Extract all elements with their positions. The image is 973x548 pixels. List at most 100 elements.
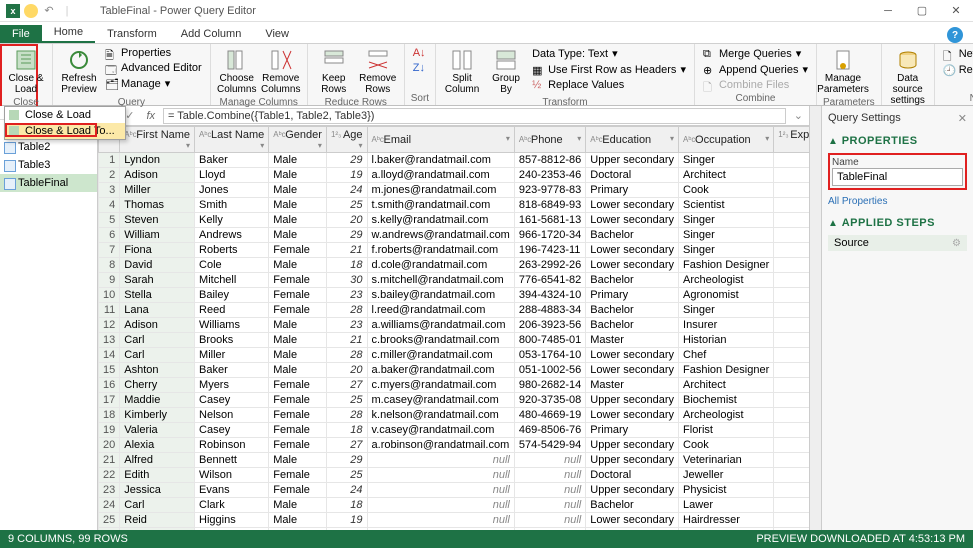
cell[interactable]: Evans xyxy=(195,528,269,531)
cell[interactable]: 6 xyxy=(774,198,809,213)
cell[interactable]: 263-2992-26 xyxy=(514,258,585,273)
cell[interactable]: Clark xyxy=(195,498,269,513)
cell[interactable]: Lawer xyxy=(679,498,774,513)
cell[interactable]: Architect xyxy=(679,168,774,183)
cell[interactable]: Steven xyxy=(120,213,195,228)
table-row[interactable]: 19ValeriaCaseyFemale18v.casey@randatmail… xyxy=(99,423,810,438)
table-row[interactable]: 12AdisonWilliamsMale23a.williams@randatm… xyxy=(99,318,810,333)
cell[interactable]: Jessica xyxy=(120,483,195,498)
table-row[interactable]: 17MaddieCaseyFemale25m.casey@randatmail.… xyxy=(99,393,810,408)
cell[interactable]: 23 xyxy=(99,483,120,498)
merge-queries-button[interactable]: ⧉Merge Queries ▾ xyxy=(701,46,810,61)
gear-icon[interactable]: ⚙ xyxy=(952,238,961,249)
cell[interactable]: 20 xyxy=(326,363,367,378)
cell[interactable]: Female xyxy=(269,528,327,531)
dropdown-item-close-load-to[interactable]: Close & Load To... xyxy=(5,123,125,139)
cell[interactable]: 0 xyxy=(774,243,809,258)
cell[interactable]: 18 xyxy=(326,498,367,513)
cell[interactable]: 24 xyxy=(99,498,120,513)
cell[interactable]: 6 xyxy=(774,318,809,333)
cell[interactable]: 14 xyxy=(99,348,120,363)
cell[interactable]: k.nelson@randatmail.com xyxy=(367,408,514,423)
cell[interactable]: 10 xyxy=(99,288,120,303)
cell[interactable]: 21 xyxy=(326,333,367,348)
advanced-editor-button[interactable]: 🗔Advanced Editor xyxy=(103,61,204,75)
data-source-settings-button[interactable]: Data source settings xyxy=(888,46,928,108)
cell[interactable]: 28 xyxy=(326,348,367,363)
cell[interactable]: Miller xyxy=(120,183,195,198)
cell[interactable]: Fashion Designer xyxy=(679,363,774,378)
group-by-button[interactable]: Group By xyxy=(486,46,526,97)
table-row[interactable]: 5StevenKellyMale20s.kelly@randatmail.com… xyxy=(99,213,810,228)
cell[interactable]: Hairdresser xyxy=(679,513,774,528)
cell[interactable]: 25 xyxy=(99,513,120,528)
cell[interactable]: 5 xyxy=(99,213,120,228)
cell[interactable]: null xyxy=(367,468,514,483)
cell[interactable]: Lloyd xyxy=(195,168,269,183)
cell[interactable]: Bachelor xyxy=(586,318,679,333)
cell[interactable]: Alfred xyxy=(120,453,195,468)
cell[interactable]: 240-2353-46 xyxy=(514,168,585,183)
cell[interactable]: null xyxy=(367,498,514,513)
cell[interactable]: 22 xyxy=(99,468,120,483)
vertical-scrollbar[interactable] xyxy=(809,106,821,530)
cell[interactable]: William xyxy=(120,228,195,243)
cell[interactable]: Upper secondary xyxy=(586,153,679,168)
column-header[interactable]: AᵇcPhone▾ xyxy=(514,127,585,153)
cell[interactable]: Sarah xyxy=(120,273,195,288)
cell[interactable]: Singer xyxy=(679,303,774,318)
cell[interactable]: Carl xyxy=(120,348,195,363)
cell[interactable]: Kimberly xyxy=(120,408,195,423)
column-header[interactable]: AᵇcLast Name▾ xyxy=(195,127,269,153)
cell[interactable]: 7 xyxy=(99,243,120,258)
table-row[interactable]: 23JessicaEvansFemale24nullnullUpper seco… xyxy=(99,483,810,498)
cell[interactable]: Archeologist xyxy=(679,273,774,288)
cell[interactable]: Ashton xyxy=(120,363,195,378)
cell[interactable]: Reed xyxy=(195,303,269,318)
cell[interactable]: 18 xyxy=(326,423,367,438)
cell[interactable]: Lower secondary xyxy=(586,213,679,228)
column-header[interactable]: 1²₃Age▾ xyxy=(326,127,367,153)
maximize-button[interactable]: ▢ xyxy=(905,0,939,22)
cell[interactable]: v.casey@randatmail.com xyxy=(367,423,514,438)
cell[interactable]: Female xyxy=(269,483,327,498)
cell[interactable]: Veterinarian xyxy=(679,453,774,468)
cell[interactable]: null xyxy=(514,483,585,498)
cell[interactable]: 966-1720-34 xyxy=(514,228,585,243)
cell[interactable]: Lower secondary xyxy=(586,243,679,258)
cell[interactable]: null xyxy=(367,513,514,528)
cell[interactable]: Fiona xyxy=(120,243,195,258)
tab-view[interactable]: View xyxy=(253,25,301,43)
cell[interactable]: 800-7485-01 xyxy=(514,333,585,348)
table-row[interactable]: 8DavidColeMale18d.cole@randatmail.com263… xyxy=(99,258,810,273)
cell[interactable]: 10 xyxy=(774,333,809,348)
cell[interactable]: Miller xyxy=(195,348,269,363)
query-item-table3[interactable]: Table3 xyxy=(0,156,97,174)
cell[interactable]: 6 xyxy=(774,303,809,318)
cell[interactable]: Lower secondary xyxy=(586,258,679,273)
cell[interactable]: 17 xyxy=(99,393,120,408)
cell[interactable]: Male xyxy=(269,258,327,273)
table-row[interactable]: 16CherryMyersFemale27c.myers@randatmail.… xyxy=(99,378,810,393)
cell[interactable]: Doctoral xyxy=(586,468,679,483)
cell[interactable]: Lower secondary xyxy=(586,363,679,378)
table-row[interactable]: 25ReidHigginsMale19nullnullLower seconda… xyxy=(99,513,810,528)
table-row[interactable]: 24CarlClarkMale18nullnullBachelorLawer6 xyxy=(99,498,810,513)
cell[interactable]: Primary xyxy=(586,423,679,438)
cell[interactable]: 18 xyxy=(99,408,120,423)
cell[interactable]: Upper secondary xyxy=(586,393,679,408)
undo-icon[interactable]: ↶ xyxy=(42,4,56,18)
cell[interactable]: Female xyxy=(269,393,327,408)
cell[interactable]: 15 xyxy=(99,363,120,378)
cell[interactable]: Myers xyxy=(195,378,269,393)
cell[interactable]: Male xyxy=(269,453,327,468)
cell[interactable]: 857-8812-86 xyxy=(514,153,585,168)
cell[interactable]: 30 xyxy=(326,273,367,288)
cell[interactable]: t.smith@randatmail.com xyxy=(367,198,514,213)
cell[interactable]: Female xyxy=(269,303,327,318)
cell[interactable]: Kelly xyxy=(195,213,269,228)
cell[interactable]: Male xyxy=(269,168,327,183)
cell[interactable]: 206-3923-56 xyxy=(514,318,585,333)
table-row[interactable]: 11LanaReedFemale28l.reed@randatmail.com2… xyxy=(99,303,810,318)
cell[interactable]: 25 xyxy=(326,393,367,408)
